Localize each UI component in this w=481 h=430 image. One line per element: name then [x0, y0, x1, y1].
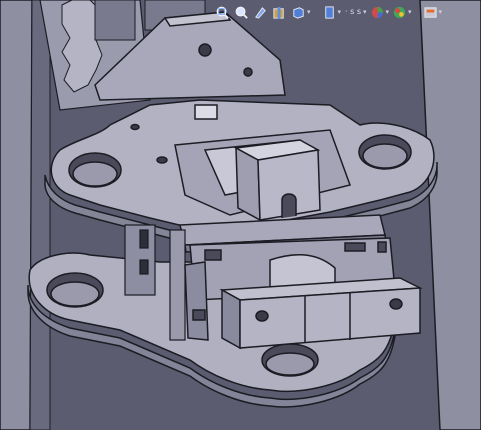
hide-show-dropdown-icon[interactable]: ▾	[363, 8, 367, 16]
hide-show-items-icon[interactable]: · s s	[343, 4, 363, 21]
view-settings-icon[interactable]	[422, 4, 439, 21]
display-style-dropdown-icon[interactable]: ▾	[338, 8, 342, 16]
edit-appearance-icon[interactable]	[369, 4, 386, 21]
left-frame-plate	[0, 0, 33, 430]
view-settings-dropdown-icon[interactable]: ▾	[439, 8, 443, 16]
previous-view-icon[interactable]	[252, 4, 269, 21]
apply-scene-dropdown-icon[interactable]: ▾	[408, 8, 412, 16]
zoom-to-fit-icon[interactable]	[214, 4, 231, 21]
view-orientation-dropdown-icon[interactable]: ▾	[307, 8, 311, 16]
apply-scene-icon[interactable]	[391, 4, 408, 21]
view-orientation-icon[interactable]	[290, 4, 307, 21]
model-render	[0, 0, 481, 430]
zoom-area-icon[interactable]	[233, 4, 250, 21]
edit-appearance-dropdown-icon[interactable]: ▾	[386, 8, 390, 16]
section-view-icon[interactable]	[271, 4, 288, 21]
view-heads-up-toolbar: ▾ ▾ · s s ▾ ▾ ▾ ▾	[210, 2, 446, 22]
display-style-icon[interactable]	[321, 4, 338, 21]
graphics-viewport[interactable]	[0, 0, 481, 430]
